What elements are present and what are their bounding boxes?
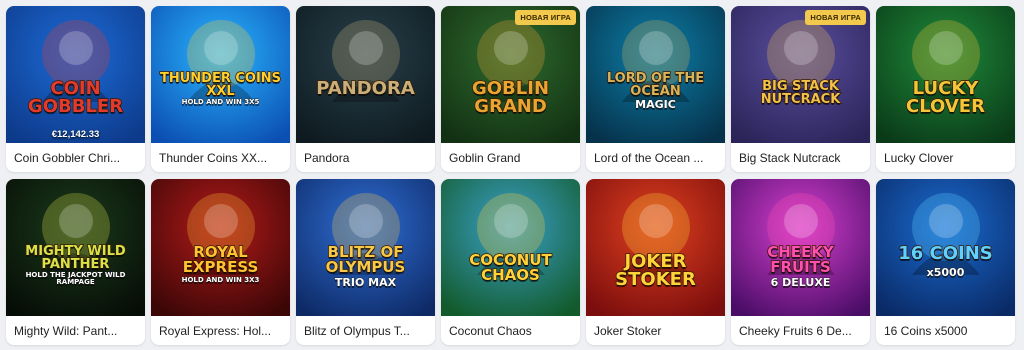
- game-title[interactable]: Cheeky Fruits 6 De...: [731, 316, 870, 345]
- game-artwork: [586, 179, 725, 316]
- game-logo: PANDORA: [315, 78, 415, 99]
- game-artwork: [6, 6, 145, 143]
- game-logo: COIN GOBBLER: [27, 78, 124, 117]
- game-logo: 16 COINS: [897, 243, 993, 264]
- game-grid: COIN GOBBLER €12,142.33 Coin Gobbler Chri.…: [6, 6, 1015, 345]
- game-title[interactable]: Royal Express: Hol...: [151, 316, 290, 345]
- game-card[interactable]: LORD OF THE OCEAN MAGIC Lord of the Ocean …: [586, 6, 725, 172]
- game-card[interactable]: BLITZ OF OLYMPUS TRIO MAX Blitz of Olympus…: [296, 179, 435, 345]
- game-logo: LUCKY CLOVER: [905, 78, 985, 117]
- game-title[interactable]: Big Stack Nutcrack: [731, 143, 870, 172]
- game-logo: MIGHTY WILD PANTHER: [25, 244, 127, 272]
- game-logo: GOBLIN GRAND: [471, 78, 550, 117]
- game-thumbnail[interactable]: CHEEKY FRUITS 6 DELUXE: [731, 179, 870, 316]
- game-thumbnail[interactable]: PANDORA: [296, 6, 435, 143]
- game-card[interactable]: JOKER STOKER Joker Stoker: [586, 179, 725, 345]
- new-game-badge: НОВАЯ ИГРА: [805, 10, 866, 25]
- game-logo: BLITZ OF OLYMPUS: [325, 243, 406, 276]
- game-logo-subtitle: TRIO MAX: [334, 275, 397, 289]
- game-logo: JOKER STOKER: [614, 251, 696, 290]
- game-thumbnail[interactable]: THUNDER COINS XXL HOLD AND WIN 3X5: [151, 6, 290, 143]
- game-title[interactable]: Blitz of Olympus T...: [296, 316, 435, 345]
- game-artwork: [731, 6, 870, 143]
- game-artwork: [441, 6, 580, 143]
- game-thumbnail[interactable]: LORD OF THE OCEAN MAGIC: [586, 6, 725, 143]
- game-logo: BIG STACK NUTCRACK: [760, 79, 841, 107]
- game-title[interactable]: Coconut Chaos: [441, 316, 580, 345]
- game-card[interactable]: BIG STACK NUTCRACK НОВАЯ ИГРА Big Stack Nu…: [731, 6, 870, 172]
- game-card[interactable]: 16 COINS x5000 16 Coins x5000: [876, 179, 1015, 345]
- game-thumbnail[interactable]: LUCKY CLOVER: [876, 6, 1015, 143]
- game-thumbnail[interactable]: 16 COINS x5000: [876, 179, 1015, 316]
- game-thumbnail[interactable]: COCONUT CHAOS: [441, 179, 580, 316]
- game-card[interactable]: COIN GOBBLER €12,142.33 Coin Gobbler Chri.…: [6, 6, 145, 172]
- game-title[interactable]: Goblin Grand: [441, 143, 580, 172]
- game-logo: LORD OF THE OCEAN: [606, 71, 705, 99]
- game-title[interactable]: Pandora: [296, 143, 435, 172]
- game-logo-subtitle: HOLD THE JACKPOT WILD RAMPAGE: [25, 271, 126, 287]
- game-thumbnail[interactable]: MIGHTY WILD PANTHER HOLD THE JACKPOT WILD…: [6, 179, 145, 316]
- jackpot-amount: €12,142.33: [51, 129, 100, 140]
- game-thumbnail[interactable]: ROYAL EXPRESS HOLD AND WIN 3X3: [151, 179, 290, 316]
- game-card[interactable]: GOBLIN GRAND НОВАЯ ИГРА Goblin Grand: [441, 6, 580, 172]
- game-logo-subtitle: HOLD AND WIN 3X5: [181, 98, 260, 107]
- game-title[interactable]: Coin Gobbler Chri...: [6, 143, 145, 172]
- new-game-badge: НОВАЯ ИГРА: [515, 10, 576, 25]
- game-card[interactable]: THUNDER COINS XXL HOLD AND WIN 3X5 Thunder…: [151, 6, 290, 172]
- game-logo-subtitle: MAGIC: [635, 98, 676, 112]
- game-thumbnail[interactable]: BLITZ OF OLYMPUS TRIO MAX: [296, 179, 435, 316]
- game-logo-subtitle: HOLD AND WIN 3X3: [181, 275, 260, 284]
- game-card[interactable]: PANDORA Pandora: [296, 6, 435, 172]
- game-title[interactable]: 16 Coins x5000: [876, 316, 1015, 345]
- game-thumbnail[interactable]: JOKER STOKER: [586, 179, 725, 316]
- game-thumbnail[interactable]: GOBLIN GRAND НОВАЯ ИГРА: [441, 6, 580, 143]
- game-artwork: [296, 6, 435, 143]
- game-title[interactable]: Lucky Clover: [876, 143, 1015, 172]
- game-logo: ROYAL EXPRESS: [182, 243, 259, 276]
- game-card[interactable]: CHEEKY FRUITS 6 DELUXE Cheeky Fruits 6 De.…: [731, 179, 870, 345]
- game-logo: COCONUT CHAOS: [469, 251, 553, 284]
- game-title[interactable]: Lord of the Ocean ...: [586, 143, 725, 172]
- game-logo-subtitle: x5000: [926, 265, 965, 279]
- game-card[interactable]: LUCKY CLOVER Lucky Clover: [876, 6, 1015, 172]
- game-logo: THUNDER COINS XXL: [159, 71, 282, 99]
- game-card[interactable]: MIGHTY WILD PANTHER HOLD THE JACKPOT WILD…: [6, 179, 145, 345]
- game-artwork: [441, 179, 580, 316]
- game-card[interactable]: COCONUT CHAOS Coconut Chaos: [441, 179, 580, 345]
- game-title[interactable]: Mighty Wild: Pant...: [6, 316, 145, 345]
- game-title[interactable]: Joker Stoker: [586, 316, 725, 345]
- game-thumbnail[interactable]: COIN GOBBLER €12,142.33: [6, 6, 145, 143]
- game-logo: CHEEKY FRUITS: [766, 243, 834, 276]
- game-logo-subtitle: 6 DELUXE: [770, 275, 831, 289]
- game-thumbnail[interactable]: BIG STACK NUTCRACK НОВАЯ ИГРА: [731, 6, 870, 143]
- game-title[interactable]: Thunder Coins XX...: [151, 143, 290, 172]
- game-artwork: [876, 6, 1015, 143]
- game-card[interactable]: ROYAL EXPRESS HOLD AND WIN 3X3 Royal Expre…: [151, 179, 290, 345]
